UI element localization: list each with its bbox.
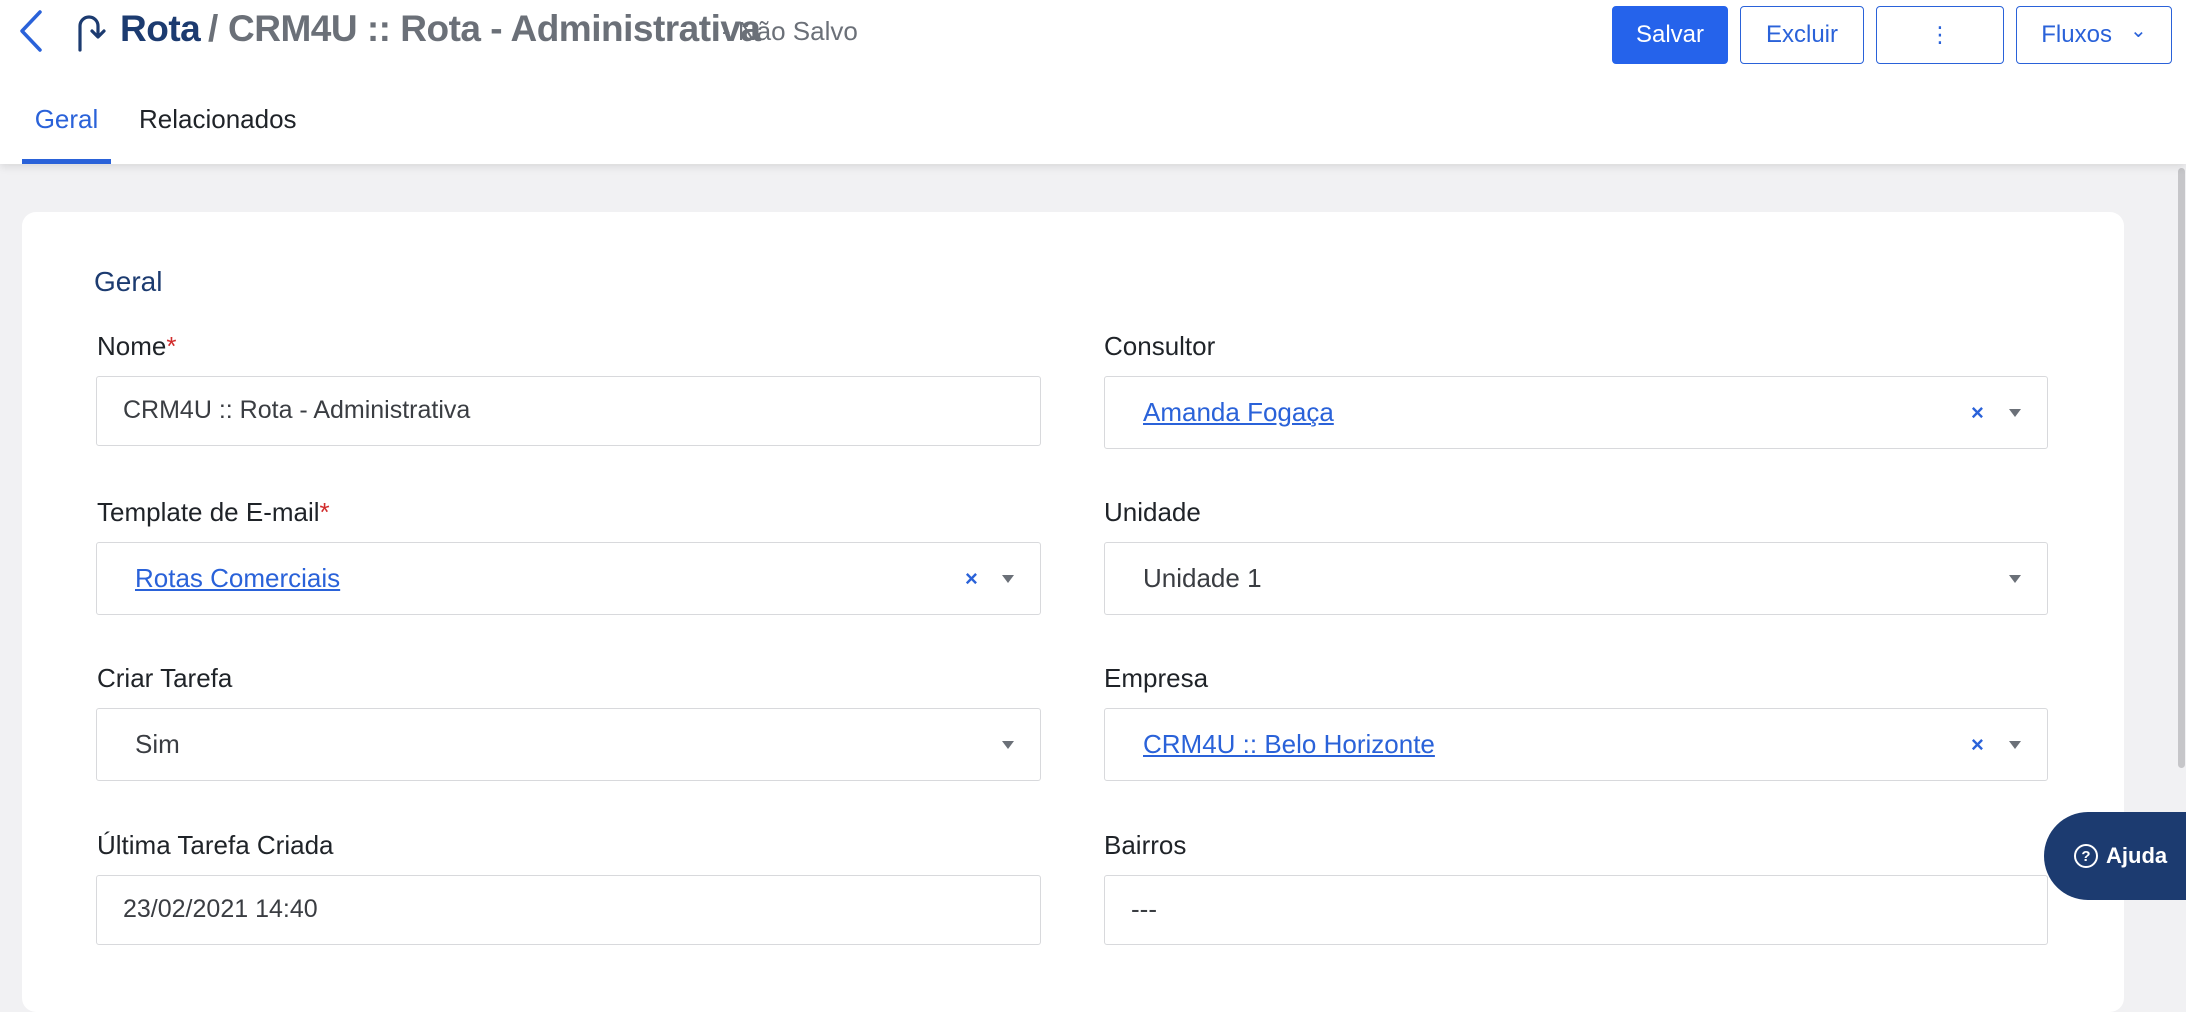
arrow-turn-icon [78, 15, 106, 52]
template-email-label: Template de E-mail* [97, 497, 330, 528]
breadcrumb-separator: / [208, 8, 219, 49]
ultima-tarefa-input[interactable]: 23/02/2021 14:40 [96, 875, 1041, 945]
template-email-select[interactable]: Rotas Comerciais × [96, 542, 1041, 615]
unidade-select[interactable]: Unidade 1 [1104, 542, 2048, 615]
nome-input[interactable]: CRM4U :: Rota - Administrativa [96, 376, 1041, 446]
clear-template-icon[interactable]: × [965, 543, 978, 614]
ultima-tarefa-value: 23/02/2021 14:40 [123, 895, 318, 923]
more-actions-button[interactable]: ⋮ [1876, 6, 2004, 64]
page-title: CRM4U :: Rota - Administrativa [228, 8, 761, 49]
clear-consultor-icon[interactable]: × [1971, 377, 1984, 448]
kebab-menu-icon: ⋮ [1929, 22, 1951, 47]
chevron-down-icon: ⌄ [2129, 19, 2147, 42]
breadcrumb-root[interactable]: Rota [120, 8, 201, 50]
help-button[interactable]: ? Ajuda [2044, 812, 2186, 900]
nome-label: Nome* [97, 331, 176, 362]
consultor-value-link[interactable]: Amanda Fogaça [1143, 377, 1334, 448]
caret-down-icon[interactable] [2009, 575, 2021, 583]
bairros-value: --- [1131, 894, 1157, 924]
save-status: - Não Salvo [722, 16, 858, 46]
tab-geral[interactable]: Geral [22, 96, 111, 164]
empresa-label: Empresa [1104, 663, 1209, 693]
help-label: Ajuda [2106, 843, 2168, 868]
template-email-label-text: Template de E-mail [97, 497, 320, 527]
caret-down-icon[interactable] [1002, 741, 1014, 749]
empresa-value-link[interactable]: CRM4U :: Belo Horizonte [1143, 709, 1435, 780]
flows-label: Fluxos [2041, 21, 2112, 48]
criar-tarefa-value: Sim [135, 729, 180, 759]
empresa-select[interactable]: CRM4U :: Belo Horizonte × [1104, 708, 2048, 781]
ultima-tarefa-label: Última Tarefa Criada [97, 830, 334, 860]
consultor-select[interactable]: Amanda Fogaça × [1104, 376, 2048, 449]
template-email-value-link[interactable]: Rotas Comerciais [135, 543, 340, 614]
nome-label-text: Nome [97, 331, 167, 361]
flows-dropdown-button[interactable]: Fluxos ⌄ [2016, 6, 2172, 64]
section-title: Geral [94, 266, 163, 297]
chevron-left-icon[interactable] [14, 8, 48, 54]
caret-down-icon[interactable] [1002, 575, 1014, 583]
criar-tarefa-label: Criar Tarefa [97, 663, 233, 693]
caret-down-icon[interactable] [2009, 409, 2021, 417]
caret-down-icon[interactable] [2009, 741, 2021, 749]
consultor-label: Consultor [1104, 331, 1216, 361]
unidade-value: Unidade 1 [1143, 563, 1262, 593]
nome-value: CRM4U :: Rota - Administrativa [123, 396, 471, 424]
bairros-label: Bairros [1104, 830, 1187, 860]
delete-button[interactable]: Excluir [1740, 6, 1864, 64]
save-button[interactable]: Salvar [1612, 6, 1728, 64]
unidade-label: Unidade [1104, 497, 1201, 527]
required-mark: * [319, 497, 330, 527]
top-bar: Rota / CRM4U :: Rota - Administrativa - … [0, 0, 2186, 164]
help-circle-icon: ? [2074, 844, 2098, 868]
required-mark: * [166, 331, 177, 361]
bairros-input[interactable]: --- [1104, 875, 2048, 945]
tab-relacionados[interactable]: Relacionados [139, 96, 297, 164]
clear-empresa-icon[interactable]: × [1971, 709, 1984, 780]
scrollbar-thumb[interactable] [2178, 168, 2185, 768]
criar-tarefa-select[interactable]: Sim [96, 708, 1041, 781]
